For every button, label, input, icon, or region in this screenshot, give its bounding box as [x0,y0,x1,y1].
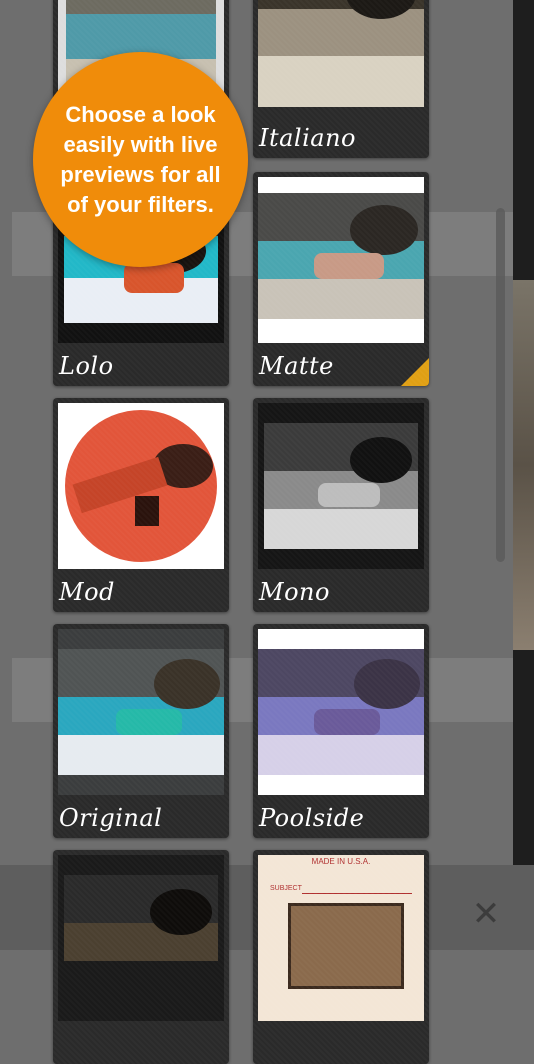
selected-corner-icon [401,358,429,386]
filter-tile-mono[interactable]: Mono [253,398,429,612]
filter-label: Matte [259,352,334,380]
filter-tile[interactable]: MADE IN U.S.A. SUBJECT [253,850,429,1064]
filter-tile-mod[interactable]: Mod [53,398,229,612]
filter-tile-original[interactable]: Original [53,624,229,838]
filter-preview [258,403,424,569]
scrollbar[interactable] [496,208,505,562]
close-icon[interactable]: ✕ [470,897,502,931]
filter-tile-italiano[interactable]: Italiano [253,0,429,158]
filter-preview [58,855,224,1021]
postcard-made-in: MADE IN U.S.A. [311,857,371,866]
filter-label: Mono [259,578,330,606]
filter-preview [258,177,424,343]
filter-label: Original [59,804,163,832]
filter-preview [258,0,424,107]
tutorial-callout: Choose a look easily with live previews … [33,52,248,267]
filter-label: Poolside [259,804,365,832]
filter-tile-poolside[interactable]: Poolside [253,624,429,838]
filter-label: Lolo [59,352,114,380]
filter-preview: MADE IN U.S.A. SUBJECT [258,855,424,1021]
filter-tile[interactable] [53,850,229,1064]
filter-preview [258,629,424,795]
filter-label: Italiano [259,124,356,152]
filter-preview [58,629,224,795]
filter-label: Mod [59,578,115,606]
filter-tile-matte[interactable]: Matte [253,172,429,386]
callout-text: Choose a look easily with live previews … [60,101,221,217]
postcard-subject: SUBJECT [270,885,302,892]
filter-preview [58,403,224,569]
background-panel [513,0,534,950]
